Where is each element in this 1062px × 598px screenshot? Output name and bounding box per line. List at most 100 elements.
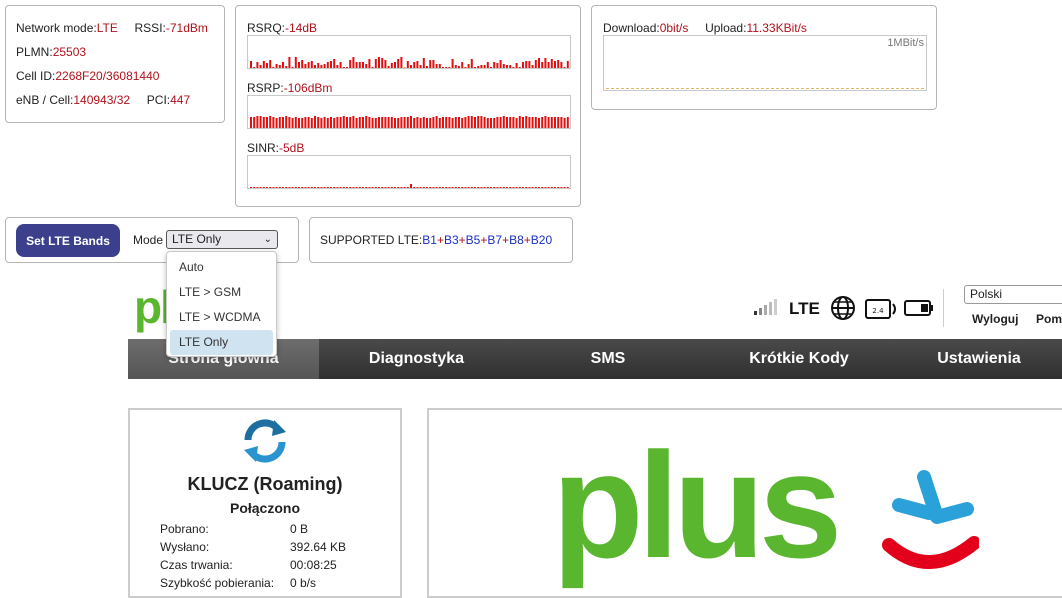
logout-link[interactable]: Wyloguj — [972, 312, 1018, 326]
graph-bar — [419, 65, 422, 68]
graph-bar — [448, 117, 451, 128]
mode-option-auto[interactable]: Auto — [170, 255, 273, 280]
graph-bar — [387, 187, 390, 188]
mode-option-lte-wcdma[interactable]: LTE > WCDMA — [170, 305, 273, 330]
supported-bands-row: SUPPORTED LTE:B1+B3+B5+B7+B8+B20 — [320, 233, 553, 247]
nav-sms[interactable]: SMS — [514, 339, 702, 379]
graph-bar — [502, 116, 505, 128]
graph-bar — [426, 66, 428, 68]
set-lte-bands-button[interactable]: Set LTE Bands — [16, 224, 120, 257]
graph-bar — [534, 117, 537, 128]
graph-bar — [355, 62, 358, 68]
stat-value: 0 b/s — [290, 576, 317, 590]
graph-bar — [470, 59, 473, 68]
rsrp-value: -106dBm — [283, 81, 333, 95]
graph-bar — [362, 117, 364, 128]
graph-bar — [336, 117, 339, 128]
band-b7: B7 — [487, 233, 503, 247]
mode-option-lte-only[interactable]: LTE Only — [170, 330, 273, 355]
graph-bar — [522, 117, 524, 128]
graph-bar — [480, 65, 483, 68]
connection-status-box: KLUCZ (Roaming) Połączono Pobrano: 0 B W… — [128, 408, 402, 598]
network-mode-label: Network mode: — [16, 21, 97, 35]
graph-bar — [384, 117, 387, 128]
graph-bar — [326, 62, 329, 68]
graph-bar — [323, 187, 326, 188]
graph-bar — [272, 187, 275, 188]
upload-label: Upload: — [705, 21, 747, 35]
graph-bar — [323, 64, 326, 68]
device-name: KLUCZ (Roaming) — [187, 474, 343, 494]
graph-bar — [566, 117, 569, 128]
graph-bar — [378, 57, 380, 68]
graph-bar — [384, 187, 387, 188]
graph-bar — [352, 57, 355, 68]
graph-bar — [413, 187, 416, 188]
connection-status: Połączono — [229, 500, 300, 516]
graph-bar — [275, 64, 278, 68]
graph-bar — [346, 67, 348, 68]
graph-bar — [464, 117, 467, 128]
graph-bar — [256, 116, 259, 128]
graph-bar — [365, 64, 368, 68]
graph-bar — [317, 117, 320, 128]
nav-diagnostics[interactable]: Diagnostyka — [319, 339, 514, 379]
stat-label: Wysłano: — [160, 540, 210, 554]
graph-bar — [518, 116, 521, 128]
sinr-label: SINR: — [247, 141, 280, 155]
graph-bar — [461, 187, 464, 188]
graph-bar — [317, 187, 320, 188]
graph-bar — [291, 67, 294, 68]
refresh-icon[interactable] — [240, 416, 290, 466]
nav-short-codes[interactable]: Krótkie Kody — [702, 339, 896, 379]
graph-bar — [531, 65, 534, 68]
graph-bar — [557, 60, 560, 68]
download-label: Download: — [603, 21, 660, 35]
graph-bar — [400, 117, 403, 128]
graph-bar — [515, 187, 518, 188]
graph-bar — [384, 60, 387, 68]
supported-bands-panel: SUPPORTED LTE:B1+B3+B5+B7+B8+B20 — [309, 217, 573, 263]
graph-bar — [442, 67, 444, 68]
graph-bar — [410, 65, 412, 68]
chevron-down-icon: ⌄ — [263, 234, 272, 245]
graph-bar — [342, 67, 345, 68]
graph-bar — [381, 117, 384, 128]
graph-bar — [294, 117, 297, 128]
graph-bar — [528, 187, 531, 188]
graph-bar — [563, 187, 566, 188]
graph-bar — [342, 187, 345, 188]
graph-bar — [317, 63, 320, 68]
graph-bar — [256, 62, 259, 68]
help-link[interactable]: Pom — [1036, 312, 1062, 326]
nav-settings[interactable]: Ustawienia — [896, 339, 1062, 379]
graph-bar — [410, 184, 412, 188]
download-line — [606, 90, 924, 91]
graph-bar — [525, 61, 528, 68]
mode-select[interactable]: LTE Only ⌄ — [166, 230, 278, 249]
graph-bar — [314, 187, 316, 188]
graph-bar — [451, 187, 454, 188]
graph-bar — [499, 187, 502, 188]
mode-select-value: LTE Only — [172, 232, 222, 246]
graph-bar — [422, 187, 425, 188]
graph-bar — [371, 67, 374, 68]
cellid-label: Cell ID: — [16, 69, 56, 83]
language-select[interactable]: Polski — [964, 285, 1062, 304]
mode-option-lte-gsm[interactable]: LTE > GSM — [170, 280, 273, 305]
graph-bar — [429, 187, 432, 188]
graph-bar — [419, 118, 422, 128]
plus-banner: plus — [427, 408, 1062, 598]
graph-bar — [288, 187, 291, 188]
graph-bar — [445, 67, 448, 68]
graph-bar — [288, 117, 291, 128]
graph-bar — [538, 118, 540, 128]
graph-bar — [451, 59, 454, 68]
stat-value: 392.64 KB — [290, 540, 347, 554]
svg-text:2.4: 2.4 — [872, 307, 884, 315]
graph-bar — [458, 117, 460, 128]
graph-bar — [413, 62, 416, 68]
graph-bar — [461, 62, 464, 68]
graph-bar — [282, 62, 284, 68]
graph-bar — [301, 187, 304, 188]
